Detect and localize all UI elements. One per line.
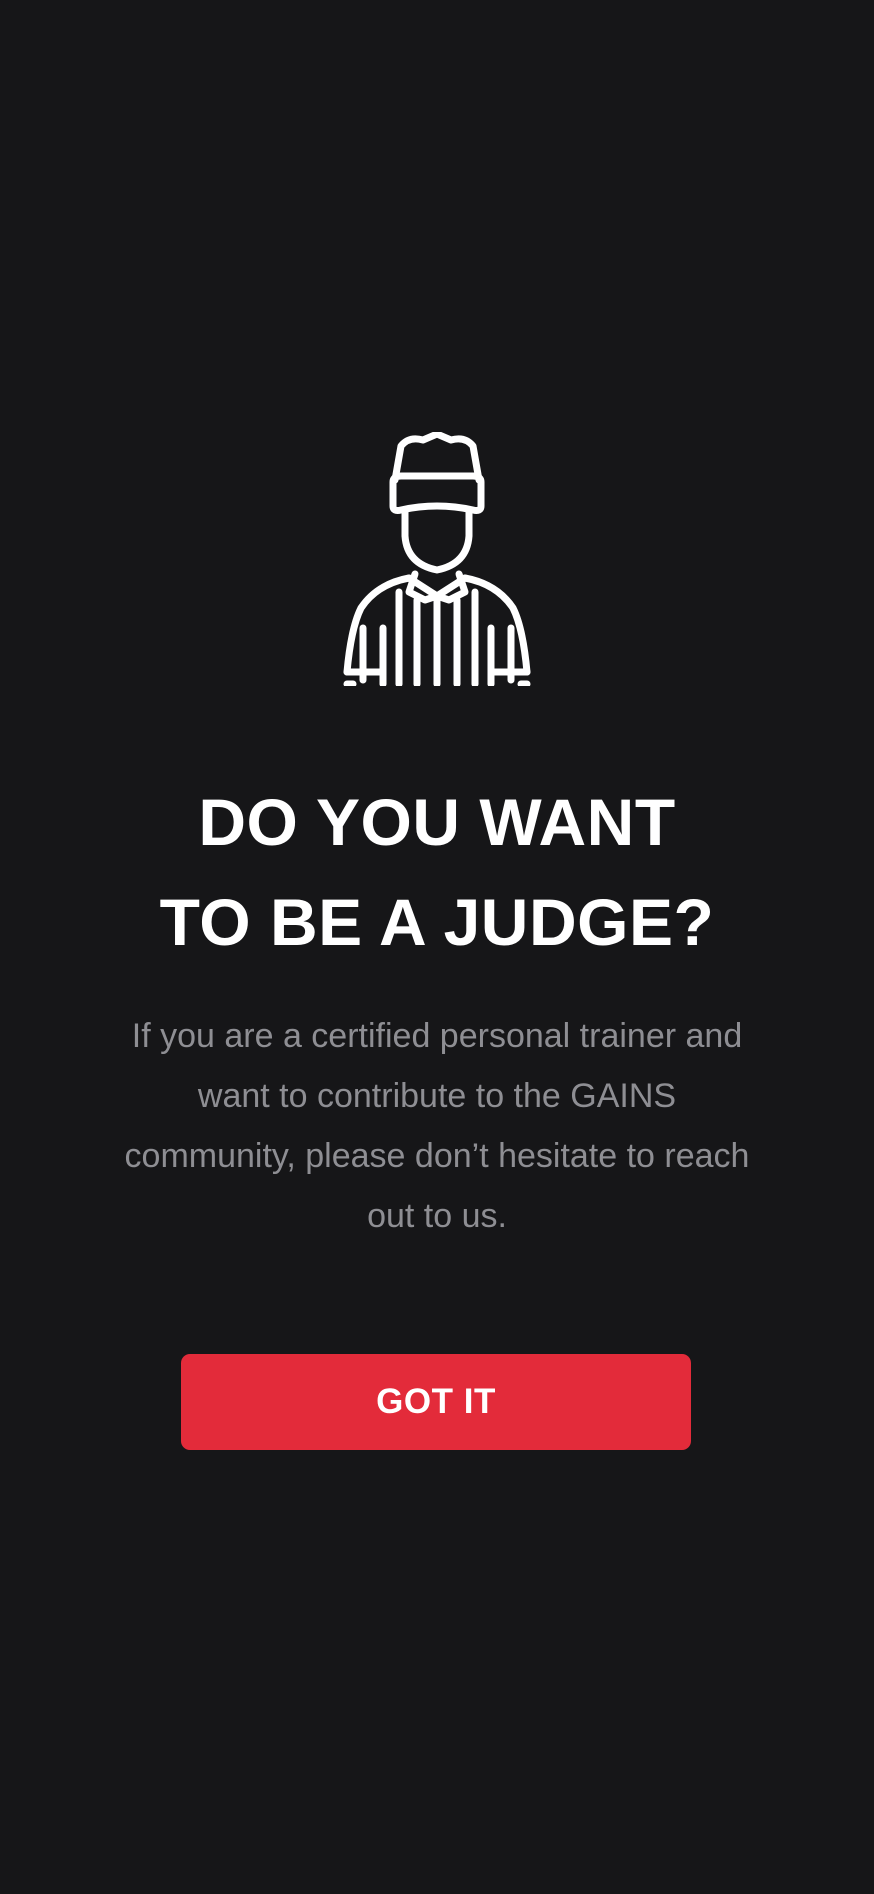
- illustration: [0, 432, 874, 686]
- got-it-button[interactable]: GOT IT: [181, 1354, 691, 1450]
- title-line-2: TO BE A JUDGE?: [159, 885, 715, 959]
- title-line-1: DO YOU WANT: [198, 785, 676, 859]
- judge-invite-screen: DO YOU WANT TO BE A JUDGE? If you are a …: [0, 0, 874, 1894]
- referee-icon: [343, 432, 531, 686]
- description-text: If you are a certified personal trainer …: [124, 1017, 750, 1235]
- page-title: DO YOU WANT TO BE A JUDGE?: [0, 772, 874, 972]
